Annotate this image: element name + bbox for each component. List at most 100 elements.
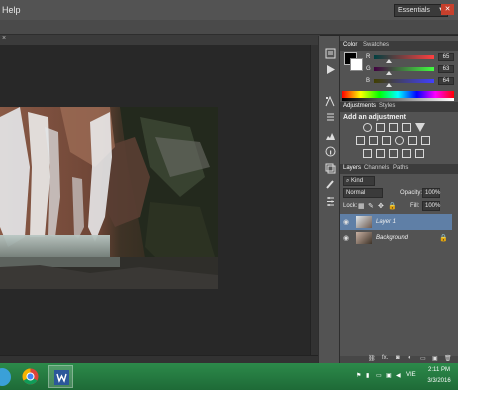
horizontal-scrollbar[interactable] — [0, 355, 318, 363]
channel-mixer-icon[interactable] — [408, 136, 417, 145]
vibrance-icon[interactable] — [415, 123, 425, 132]
opacity-label: Opacity: — [400, 190, 423, 196]
red-label: R — [366, 54, 371, 60]
brush-presets-icon[interactable] — [325, 179, 336, 190]
tab-channels[interactable]: Channels — [364, 165, 389, 171]
lock-position-icon[interactable]: ✥ — [378, 202, 384, 210]
red-value[interactable]: 65 — [438, 53, 454, 61]
grayscale-ramp[interactable] — [342, 98, 454, 101]
layer-name[interactable]: Background — [376, 235, 408, 241]
green-thumb[interactable] — [386, 71, 392, 75]
brightness-contrast-icon[interactable] — [363, 123, 372, 132]
waterfall-image — [0, 107, 218, 289]
search-icon: ⌕ — [346, 178, 350, 184]
fill-input[interactable]: 100% — [422, 201, 440, 211]
green-label: G — [366, 66, 371, 72]
photo-filter-icon[interactable] — [395, 136, 404, 145]
start-button[interactable] — [0, 365, 12, 388]
tab-paths[interactable]: Paths — [393, 165, 408, 171]
posterize-icon[interactable] — [376, 149, 385, 158]
document-tab-close-icon[interactable]: × — [2, 35, 6, 42]
exposure-icon[interactable] — [402, 123, 411, 132]
tray-power-icon[interactable]: ▭ — [376, 372, 382, 379]
add-mask-icon[interactable]: ◙ — [396, 355, 400, 361]
chrome-taskbar-icon[interactable] — [18, 365, 43, 388]
lock-all-icon[interactable]: 🔒 — [388, 202, 397, 210]
red-thumb[interactable] — [386, 59, 392, 63]
layer-style-fx[interactable]: fx. — [382, 355, 388, 361]
paragraph-icon[interactable] — [325, 112, 336, 123]
tray-flag-icon[interactable]: ⚑ — [356, 372, 361, 379]
clock-date: 3/3/2016 — [427, 378, 451, 384]
color-spectrum-ramp[interactable] — [342, 91, 454, 98]
blend-mode-select[interactable]: Normal — [343, 188, 383, 198]
layer-filter-select[interactable]: ⌕ Kind — [343, 176, 375, 186]
layer-row-background[interactable]: ◉ Background 🔒 — [340, 230, 452, 246]
vertical-scrollbar[interactable] — [310, 45, 318, 363]
tray-monitor-icon[interactable]: ▣ — [386, 372, 392, 379]
menu-help[interactable]: Help — [2, 5, 21, 15]
blue-track[interactable] — [374, 79, 434, 83]
language-indicator[interactable]: VIE — [406, 372, 416, 378]
link-layers-icon[interactable]: ⛓ — [368, 355, 376, 362]
info-icon[interactable] — [325, 146, 336, 157]
panel-column: Color Swatches R 65 G 63 B 64 Adjustment… — [340, 36, 458, 363]
layer-thumbnail — [356, 216, 372, 228]
color-balance-icon[interactable] — [369, 136, 378, 145]
curves-icon[interactable] — [389, 123, 398, 132]
opacity-input[interactable]: 100% — [422, 188, 440, 198]
visibility-eye-icon[interactable]: ◉ — [343, 234, 349, 242]
tab-styles[interactable]: Styles — [379, 103, 395, 109]
new-group-icon[interactable]: ▭ — [420, 355, 426, 362]
tab-color[interactable]: Color — [343, 42, 357, 48]
red-slider[interactable]: R 65 — [366, 53, 456, 63]
green-slider[interactable]: G 63 — [366, 65, 456, 75]
color-panel-tabs: Color Swatches — [340, 41, 458, 51]
tab-swatches[interactable]: Swatches — [363, 42, 389, 48]
tray-network-icon[interactable]: ▮ — [366, 372, 369, 379]
word-taskbar-icon[interactable] — [48, 365, 73, 388]
close-icon[interactable]: ✕ — [441, 4, 454, 15]
canvas-area[interactable] — [0, 45, 318, 363]
workspace-select[interactable]: Essentials ▼ — [394, 4, 448, 17]
color-lookup-icon[interactable] — [421, 136, 430, 145]
layer-row-layer1[interactable]: ◉ Layer 1 — [340, 214, 452, 230]
lock-image-icon[interactable]: ✎ — [368, 202, 374, 210]
red-track[interactable] — [374, 55, 434, 59]
green-track[interactable] — [374, 67, 434, 71]
lock-label: Lock: — [343, 203, 358, 209]
histogram-icon[interactable] — [325, 130, 336, 141]
selective-color-icon[interactable] — [402, 149, 411, 158]
gradient-map-icon[interactable] — [415, 149, 424, 158]
threshold-icon[interactable] — [389, 149, 398, 158]
tray-volume-icon[interactable]: ◀ — [396, 372, 401, 379]
visibility-eye-icon[interactable]: ◉ — [343, 218, 349, 226]
blue-thumb[interactable] — [386, 83, 392, 87]
lock-pixels-icon[interactable]: ▦ — [358, 202, 365, 210]
invert-icon[interactable] — [363, 149, 372, 158]
new-adjustment-icon[interactable]: ◐ — [408, 355, 412, 361]
levels-icon[interactable] — [376, 123, 385, 132]
green-value[interactable]: 63 — [438, 65, 454, 73]
tab-layers[interactable]: Layers — [343, 165, 361, 171]
tab-adjustments[interactable]: Adjustments — [343, 103, 376, 109]
actions-play-icon[interactable] — [325, 64, 336, 75]
blue-value[interactable]: 64 — [438, 77, 454, 85]
trash-icon[interactable]: 🗑 — [444, 355, 452, 362]
layers-panel-tabs: Layers Channels Paths — [340, 164, 458, 174]
new-layer-icon[interactable]: ▣ — [432, 355, 438, 362]
blue-slider[interactable]: B 64 — [366, 77, 456, 87]
black-white-icon[interactable] — [382, 136, 391, 145]
windows-taskbar: ⚑ ▮ ▭ ▣ ◀ VIE 2:11 PM 3/3/2016 — [0, 363, 458, 390]
adjustments-panel-tabs: Adjustments Styles — [340, 102, 458, 112]
layer-comps-icon[interactable] — [325, 163, 336, 174]
character-icon[interactable] — [325, 96, 336, 107]
history-icon[interactable] — [325, 48, 336, 59]
tool-presets-icon[interactable] — [325, 196, 336, 207]
background-color-swatch[interactable] — [350, 58, 363, 71]
layer-name[interactable]: Layer 1 — [376, 219, 396, 225]
fill-value: 100% — [425, 203, 441, 209]
hue-saturation-icon[interactable] — [356, 136, 365, 145]
layers-footer: ⛓ fx. ◙ ◐ ▭ ▣ 🗑 — [340, 355, 458, 363]
taskbar-clock[interactable]: 2:11 PM 3/3/2016 — [422, 365, 456, 387]
